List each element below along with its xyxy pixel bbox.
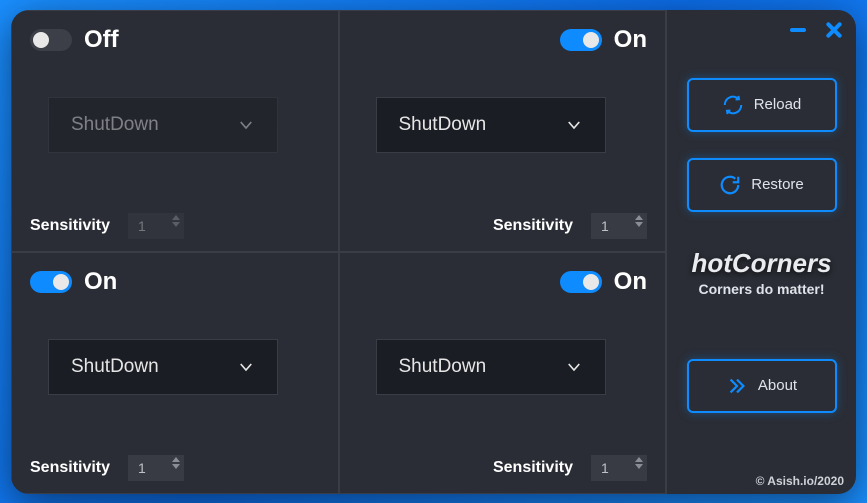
action-dropdown-bottom-left[interactable]: ShutDown bbox=[48, 339, 278, 395]
corner-panel-bottom-left: On ShutDown Sensitivity 1 bbox=[11, 252, 339, 494]
brand-title: hotCorners bbox=[691, 248, 831, 279]
stepper-value: 1 bbox=[601, 460, 609, 476]
minimize-button[interactable] bbox=[788, 20, 808, 40]
corner-panel-top-right: On ShutDown Sensitivity 1 bbox=[339, 10, 667, 252]
toggle-state-label: On bbox=[84, 268, 117, 296]
sensitivity-stepper-bottom-right[interactable]: 1 bbox=[591, 455, 647, 481]
double-chevron-right-icon bbox=[726, 375, 748, 397]
corners-grid: Off ShutDown Sensitivity 1 On bbox=[11, 10, 666, 494]
reload-button[interactable]: Reload bbox=[687, 78, 837, 132]
toggle-state-label: On bbox=[614, 268, 647, 296]
stepper-up-icon bbox=[172, 215, 180, 220]
toggle-bottom-right[interactable] bbox=[560, 271, 602, 293]
stepper-up-icon bbox=[635, 215, 643, 220]
stepper-value: 1 bbox=[601, 218, 609, 234]
reload-icon bbox=[722, 94, 744, 116]
copyright-text: © Asish.io/2020 bbox=[756, 474, 844, 488]
stepper-down-icon bbox=[172, 222, 180, 227]
app-window: Off ShutDown Sensitivity 1 On bbox=[11, 10, 856, 494]
sidebar: Reload Restore hotCorners Corners do mat… bbox=[666, 10, 856, 494]
chevron-down-icon bbox=[237, 116, 255, 134]
sensitivity-stepper-bottom-left[interactable]: 1 bbox=[128, 455, 184, 481]
chevron-down-icon bbox=[565, 116, 583, 134]
chevron-down-icon bbox=[565, 358, 583, 376]
restore-icon bbox=[719, 174, 741, 196]
dropdown-label: ShutDown bbox=[399, 114, 487, 136]
dropdown-label: ShutDown bbox=[71, 356, 159, 378]
sensitivity-label: Sensitivity bbox=[30, 459, 110, 477]
toggle-top-left[interactable] bbox=[30, 29, 72, 51]
restore-label: Restore bbox=[751, 176, 804, 193]
stepper-down-icon bbox=[635, 222, 643, 227]
toggle-state-label: On bbox=[614, 26, 647, 54]
about-button[interactable]: About bbox=[687, 359, 837, 413]
sensitivity-stepper-top-right[interactable]: 1 bbox=[591, 213, 647, 239]
stepper-up-icon bbox=[172, 457, 180, 462]
restore-button[interactable]: Restore bbox=[687, 158, 837, 212]
stepper-value: 1 bbox=[138, 218, 146, 234]
stepper-down-icon bbox=[635, 464, 643, 469]
reload-label: Reload bbox=[754, 96, 802, 113]
corner-panel-top-left: Off ShutDown Sensitivity 1 bbox=[11, 10, 339, 252]
stepper-down-icon bbox=[172, 464, 180, 469]
stepper-up-icon bbox=[635, 457, 643, 462]
toggle-bottom-left[interactable] bbox=[30, 271, 72, 293]
toggle-state-label: Off bbox=[84, 26, 119, 54]
sensitivity-label: Sensitivity bbox=[493, 459, 573, 477]
action-dropdown-top-right[interactable]: ShutDown bbox=[376, 97, 606, 153]
minimize-icon bbox=[790, 28, 806, 32]
chevron-down-icon bbox=[237, 358, 255, 376]
brand-block: hotCorners Corners do matter! bbox=[691, 248, 831, 297]
sensitivity-stepper-top-left: 1 bbox=[128, 213, 184, 239]
close-button[interactable] bbox=[824, 20, 844, 40]
dropdown-label: ShutDown bbox=[71, 114, 159, 136]
stepper-value: 1 bbox=[138, 460, 146, 476]
about-label: About bbox=[758, 377, 797, 394]
corner-panel-bottom-right: On ShutDown Sensitivity 1 bbox=[339, 252, 667, 494]
sensitivity-label: Sensitivity bbox=[493, 217, 573, 235]
window-controls bbox=[788, 20, 844, 44]
action-dropdown-bottom-right[interactable]: ShutDown bbox=[376, 339, 606, 395]
brand-tagline: Corners do matter! bbox=[691, 281, 831, 297]
sensitivity-label: Sensitivity bbox=[30, 217, 110, 235]
toggle-top-right[interactable] bbox=[560, 29, 602, 51]
action-dropdown-top-left: ShutDown bbox=[48, 97, 278, 153]
dropdown-label: ShutDown bbox=[399, 356, 487, 378]
